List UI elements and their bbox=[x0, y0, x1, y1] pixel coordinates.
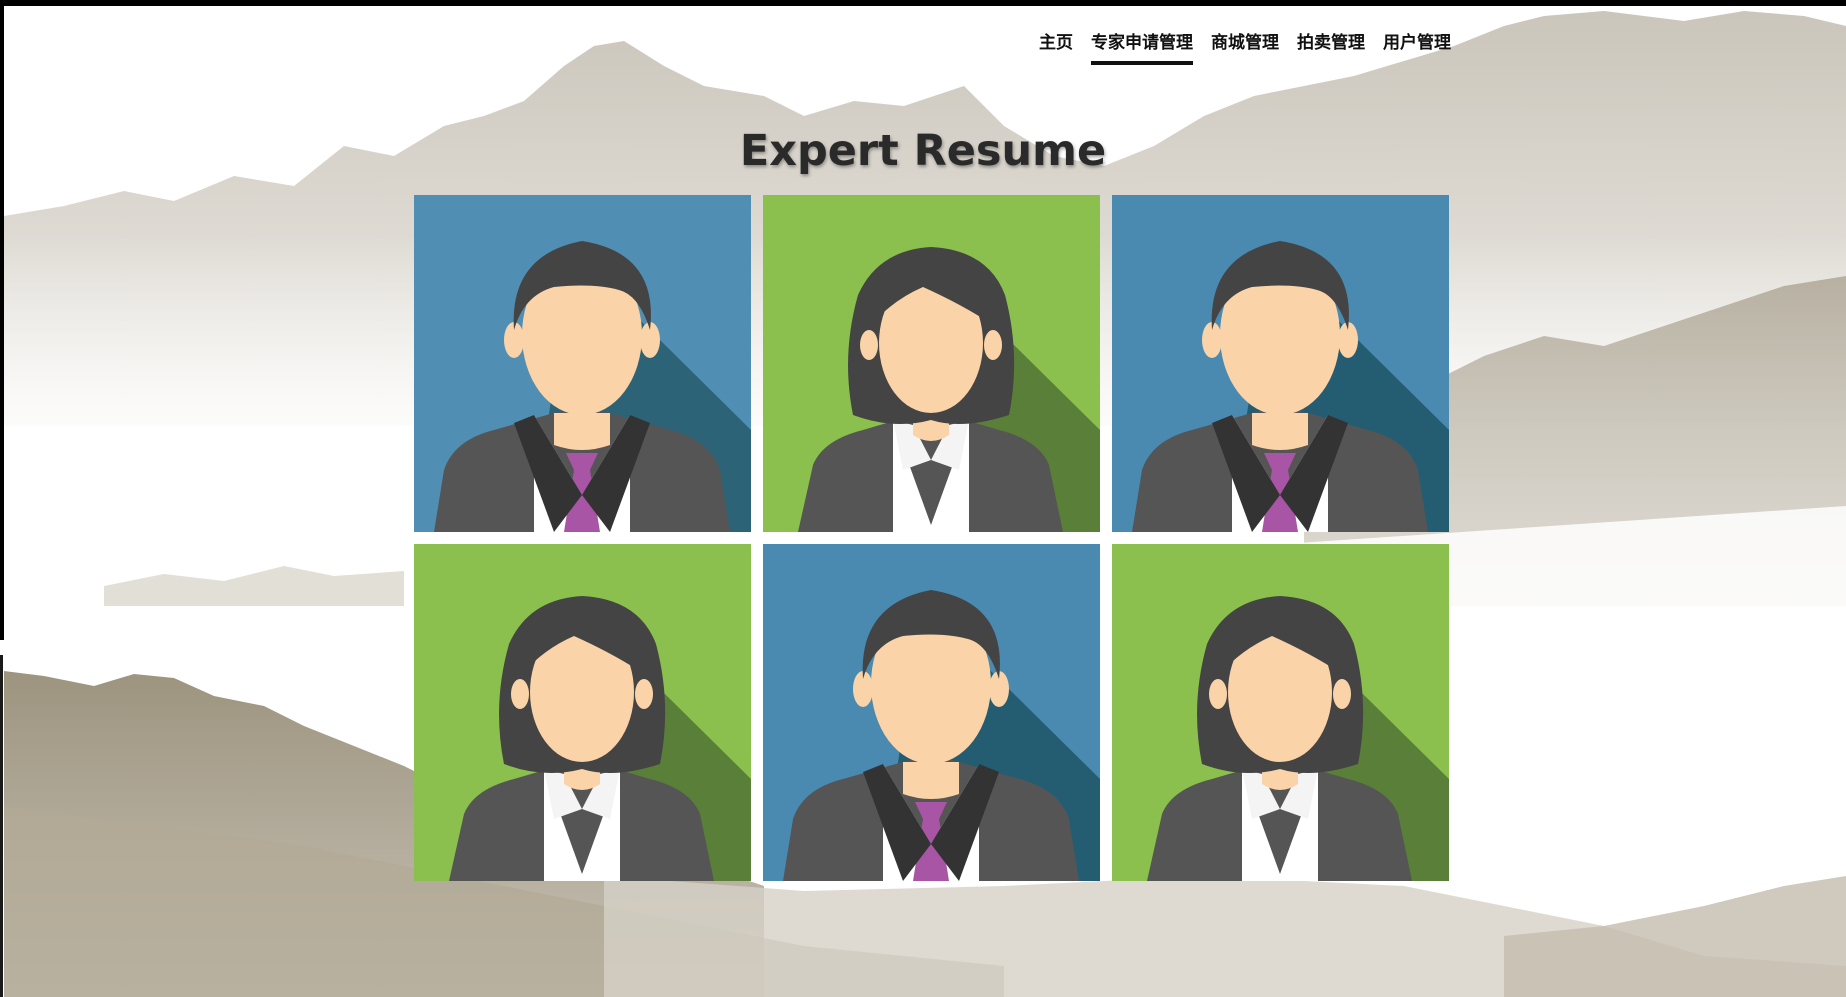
male-avatar-icon bbox=[414, 195, 751, 532]
left-border-lower bbox=[0, 655, 3, 997]
nav-item-home[interactable]: 主页 bbox=[1039, 28, 1073, 61]
expert-grid bbox=[414, 195, 1450, 881]
nav-item-auctions[interactable]: 拍卖管理 bbox=[1297, 28, 1365, 61]
nav-item-mall[interactable]: 商城管理 bbox=[1211, 28, 1279, 61]
page-title: Expert Resume bbox=[739, 126, 1107, 176]
male-avatar-icon bbox=[763, 544, 1100, 881]
expert-card[interactable] bbox=[763, 544, 1100, 881]
main-nav: 主页 专家申请管理 商城管理 拍卖管理 用户管理 bbox=[1039, 28, 1451, 65]
expert-card[interactable] bbox=[414, 195, 751, 532]
female-avatar-icon bbox=[414, 544, 751, 881]
expert-card[interactable] bbox=[1112, 544, 1449, 881]
nav-item-users[interactable]: 用户管理 bbox=[1383, 28, 1451, 61]
expert-card[interactable] bbox=[414, 544, 751, 881]
female-avatar-icon bbox=[1112, 544, 1449, 881]
female-avatar-icon bbox=[763, 195, 1100, 532]
male-avatar-icon bbox=[1112, 195, 1449, 532]
expert-card[interactable] bbox=[763, 195, 1100, 532]
nav-item-expert-applications[interactable]: 专家申请管理 bbox=[1091, 28, 1193, 65]
expert-card[interactable] bbox=[1112, 195, 1449, 532]
